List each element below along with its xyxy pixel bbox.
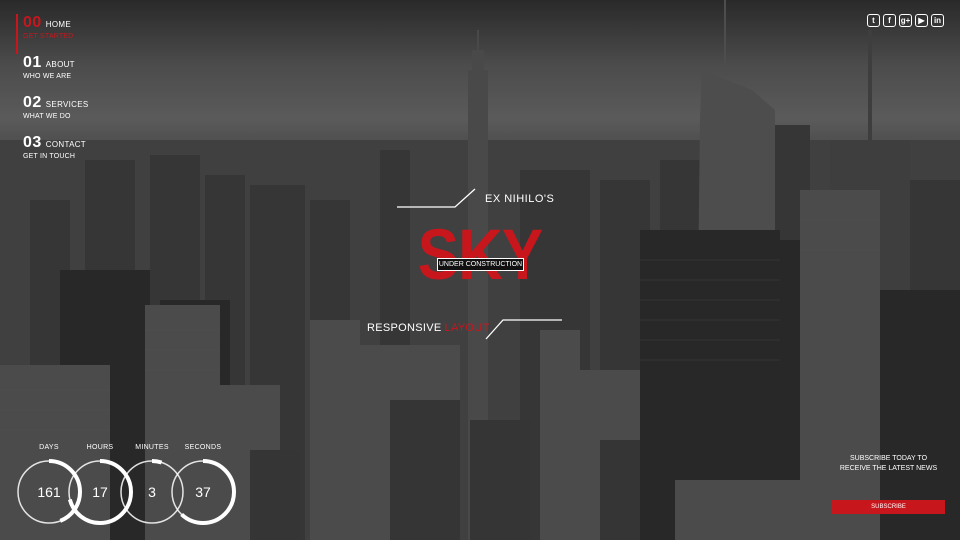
nav-number: 01	[23, 54, 42, 71]
nav-item-contact[interactable]: 03 CONTACT GET IN TOUCH	[16, 134, 89, 174]
nav-subtitle: GET STARTED	[23, 33, 74, 40]
subscribe-text-line1: SUBSCRIBE TODAY TO	[849, 455, 928, 462]
nav-label: CONTACT	[45, 140, 86, 149]
countdown-value-hours: 17	[92, 484, 108, 500]
nav-label: SERVICES	[45, 100, 89, 109]
nav-item-about[interactable]: 01 ABOUT WHO WE ARE	[16, 54, 89, 94]
google-plus-icon[interactable]: g+	[899, 14, 912, 27]
nav-item-services[interactable]: 02 SERVICES WHAT WE DO	[16, 94, 89, 134]
nav-label: HOME	[45, 20, 71, 29]
facebook-icon[interactable]: f	[883, 14, 896, 27]
countdown-label-hours: HOURS	[86, 444, 114, 451]
main-nav: 00 HOME GET STARTED 01 ABOUT WHO WE ARE 02…	[16, 14, 89, 174]
nav-number: 02	[23, 94, 42, 111]
social-links: t f g+ ▶ in	[867, 14, 944, 27]
linkedin-icon[interactable]: in	[931, 14, 944, 27]
nav-number: 03	[23, 134, 42, 151]
countdown-label-seconds: SECONDS	[184, 444, 222, 451]
subscribe-text-line2: RECEIVE THE LATEST NEWS	[839, 465, 938, 472]
nav-number: 00	[23, 14, 42, 31]
nav-subtitle: WHAT WE DO	[23, 113, 71, 120]
landing-page: 00 HOME GET STARTED 01 ABOUT WHO WE ARE 02…	[0, 0, 960, 540]
countdown: DAYS HOURS MINUTES SECONDS 161 17 3 37	[16, 444, 246, 534]
nav-label: ABOUT	[45, 60, 75, 69]
twitter-icon[interactable]: t	[867, 14, 880, 27]
subscribe-button[interactable]: SUBSCRIBE	[832, 500, 945, 514]
nav-subtitle: WHO WE ARE	[23, 73, 72, 80]
nav-item-home[interactable]: 00 HOME GET STARTED	[16, 14, 89, 54]
nav-subtitle: GET IN TOUCH	[23, 153, 76, 160]
youtube-icon[interactable]: ▶	[915, 14, 928, 27]
countdown-value-seconds: 37	[195, 484, 211, 500]
subscribe-box: SUBSCRIBE TODAY TO RECEIVE THE LATEST NE…	[832, 454, 945, 514]
